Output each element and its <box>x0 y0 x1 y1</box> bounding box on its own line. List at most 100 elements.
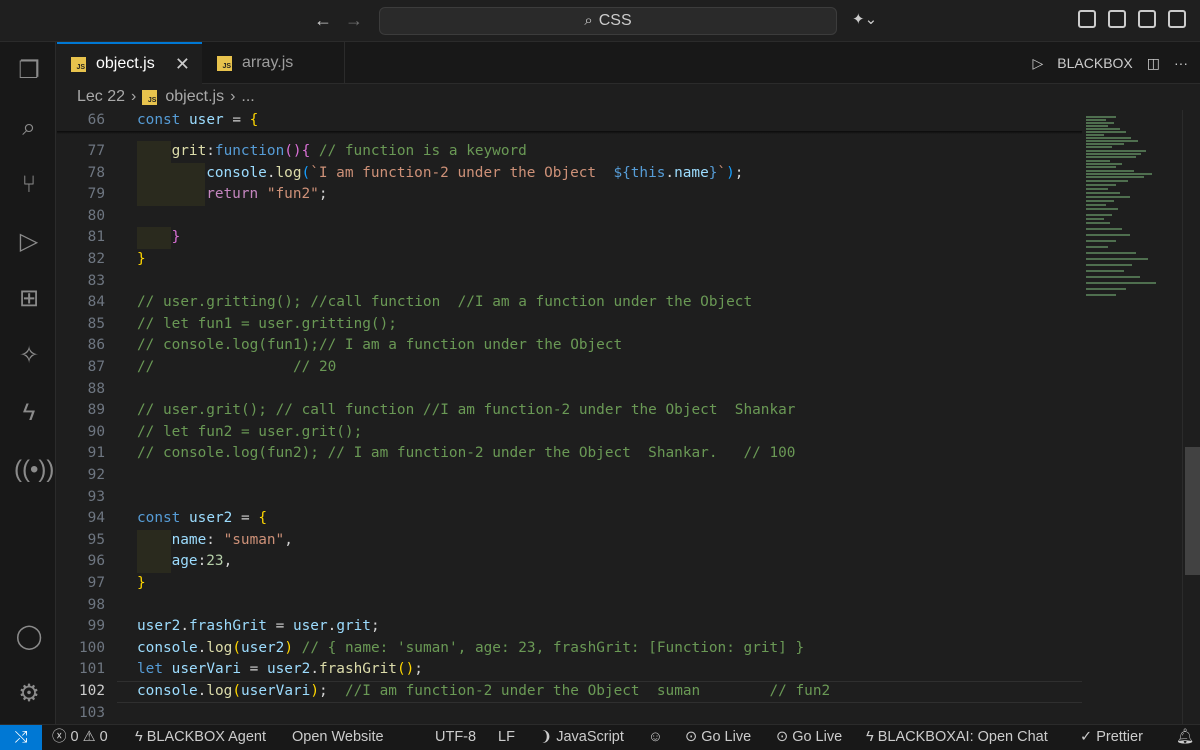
source-control-icon[interactable]: ⑂ <box>14 170 44 200</box>
close-icon[interactable]: ✕ <box>175 54 190 75</box>
blackboxai-chat-button[interactable]: ϟ BLACKBOXAI: Open Chat <box>866 725 1048 750</box>
code-line[interactable]: 90 // let fun2 = user.grit(); <box>57 422 1082 444</box>
go-live-button-2[interactable]: ⊙ Go Live <box>776 725 842 750</box>
code-line[interactable]: 66 const user = { <box>57 110 1082 132</box>
breadcrumb-file[interactable]: object.js <box>165 88 224 106</box>
breadcrumb-more[interactable]: ... <box>241 88 254 106</box>
copilot-icon[interactable]: ☺ <box>648 725 663 750</box>
line-number: 95 <box>87 531 105 548</box>
code-line[interactable]: 91 // console.log(fun2); // I am function… <box>57 443 1082 465</box>
code-text: // let fun1 = user.gritting(); <box>137 315 397 332</box>
code-line[interactable]: 102 console.log(userVari); //I am functio… <box>57 681 1085 703</box>
problems-indicator[interactable]: ⓧ 0 ⚠ 0 <box>52 725 108 750</box>
notifications-bell-icon[interactable]: 🔔︎ <box>1176 725 1194 750</box>
code-line[interactable]: 96 age:23, <box>57 551 1082 573</box>
line-number: 78 <box>87 164 105 181</box>
code-line[interactable]: 82} <box>57 249 1082 271</box>
code-line[interactable]: 98 <box>57 595 1082 617</box>
toggle-panel-icon[interactable] <box>1138 10 1156 28</box>
remote-connection-icon[interactable]: ⤭ <box>0 725 42 750</box>
code-line[interactable]: 80 <box>57 206 1082 228</box>
code-line[interactable]: 97} <box>57 573 1082 595</box>
customize-layout-icon[interactable] <box>1078 10 1096 28</box>
code-editor[interactable]: 66 const user = { 77 grit:function(){ // fu… <box>57 110 1085 725</box>
search-icon[interactable]: ⌕ <box>14 113 44 143</box>
settings-gear-icon[interactable]: ⚙ <box>14 679 44 709</box>
line-number: 103 <box>79 704 105 721</box>
copilot-sparkle-icon[interactable]: ✦⌄ <box>852 10 890 32</box>
command-center-search[interactable]: ⌕ CSS <box>379 7 837 35</box>
indent-highlight <box>137 184 171 206</box>
run-play-icon[interactable]: ▷ <box>1033 55 1044 72</box>
code-line[interactable]: 84 // user.gritting(); //call function //… <box>57 292 1082 314</box>
toggle-secondary-sidebar-icon[interactable] <box>1168 10 1186 28</box>
line-number: 79 <box>87 186 105 203</box>
prettier-button[interactable]: ✓ Prettier <box>1080 725 1143 750</box>
run-debug-icon[interactable]: ▷ <box>14 227 44 257</box>
braces-icon: ❩ <box>540 729 553 745</box>
explorer-icon[interactable]: ❐ <box>14 56 44 86</box>
blackbox-agent-button[interactable]: ϟ BLACKBOX Agent <box>135 725 266 750</box>
code-line[interactable]: 99 user2.frashGrit = user.grit; <box>57 616 1082 638</box>
code-line[interactable]: 88 <box>57 379 1082 401</box>
tab-array-js[interactable]: JS array.js <box>203 42 345 84</box>
minimap-line <box>1086 166 1116 168</box>
code-line[interactable]: 95 name: "suman", <box>57 529 1082 552</box>
code-line[interactable]: 94 const user2 = { <box>57 508 1082 530</box>
code-text: // user.gritting(); //call function //I … <box>137 294 753 311</box>
broadcast-icon[interactable]: ((•)) <box>14 455 54 485</box>
encoding-selector[interactable]: UTF-8 <box>435 725 476 750</box>
blackboxai-label: BLACKBOXAI: Open Chat <box>877 729 1048 745</box>
js-file-icon: JS <box>142 89 158 105</box>
open-website-button[interactable]: Open Website <box>292 725 384 750</box>
line-number: 100 <box>79 639 105 656</box>
command-center-text: CSS <box>598 12 632 29</box>
code-line[interactable]: 101 let userVari = user2.frashGrit(); <box>57 659 1082 681</box>
code-line[interactable]: 103 <box>57 703 1082 725</box>
chat-sparkle-icon[interactable]: ✧ <box>14 341 44 371</box>
line-number: 77 <box>87 143 105 159</box>
blackbox-button[interactable]: BLACKBOX <box>1057 55 1132 71</box>
code-line[interactable]: 85 // let fun1 = user.gritting(); <box>57 314 1082 336</box>
minimap-line <box>1086 173 1152 175</box>
code-line[interactable]: 89 // user.grit(); // call function //I a… <box>57 400 1082 422</box>
lightning-icon[interactable]: ϟ <box>14 398 44 428</box>
code-line[interactable]: 93 <box>57 487 1082 509</box>
code-text: name: "suman", <box>171 531 293 548</box>
extensions-icon[interactable]: ⊞ <box>14 284 44 314</box>
code-line[interactable]: 79 return "fun2"; <box>57 184 1082 206</box>
scrollbar-thumb[interactable] <box>1185 447 1200 575</box>
go-live-button-1[interactable]: ⊙ Go Live <box>685 725 751 750</box>
tab-object-js[interactable]: JS object.js ✕ <box>57 42 202 84</box>
broadcast-icon: ⊙ <box>776 729 789 745</box>
code-line[interactable]: 77 grit:function(){ // function is a keyw… <box>57 141 1082 163</box>
split-editor-icon[interactable]: ◫ <box>1147 55 1160 72</box>
language-mode-selector[interactable]: ❩ JavaScript <box>540 725 624 750</box>
title-bar: ← → ⌕ CSS ✦⌄ <box>0 0 1200 42</box>
code-line[interactable]: 81} <box>57 227 1082 249</box>
minimap-line <box>1086 140 1138 142</box>
minimap-line <box>1086 246 1108 248</box>
minimap-line <box>1086 258 1148 260</box>
chevron-right-icon: › <box>131 88 137 105</box>
code-line[interactable]: 78 console.log(`I am function-2 under the… <box>57 162 1082 185</box>
minimap-line <box>1086 125 1108 127</box>
code-line[interactable]: 87 // // 20 <box>57 357 1082 379</box>
chevron-right-icon: › <box>230 88 236 105</box>
minimap[interactable] <box>1082 110 1182 724</box>
toggle-primary-sidebar-icon[interactable] <box>1108 10 1126 28</box>
language-label: JavaScript <box>556 729 624 745</box>
breadcrumb-folder[interactable]: Lec 22 <box>77 88 125 106</box>
eol-selector[interactable]: LF <box>498 725 515 750</box>
account-icon[interactable]: ◯ <box>14 622 44 652</box>
code-line[interactable]: 92 <box>57 465 1082 487</box>
more-actions-icon[interactable]: ··· <box>1174 55 1188 71</box>
code-line[interactable]: 86 // console.log(fun1);// I am a functio… <box>57 335 1082 357</box>
code-text: } <box>171 229 181 246</box>
code-line[interactable]: 100 console.log(user2) // { name: 'suman'… <box>57 638 1082 660</box>
forward-arrow-icon[interactable]: → <box>343 9 365 31</box>
back-arrow-icon[interactable]: ← <box>312 9 334 31</box>
vertical-scrollbar[interactable] <box>1183 110 1200 724</box>
code-line[interactable]: 83 <box>57 271 1082 293</box>
code-text: // console.log(fun1);// I am a function … <box>137 337 623 354</box>
